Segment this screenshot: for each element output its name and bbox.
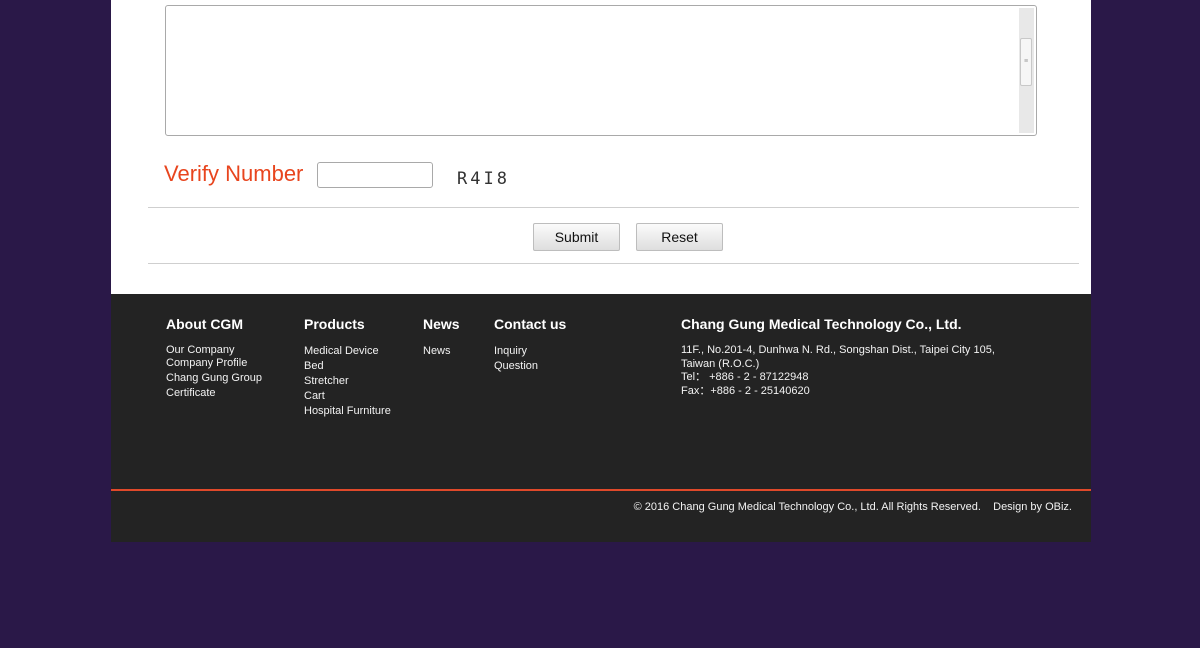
company-tel: Tel： +886 - 2 - 87122948 bbox=[681, 371, 809, 383]
footer-link-bed[interactable]: Bed bbox=[304, 359, 391, 374]
verify-number-label: Verify Number bbox=[164, 161, 304, 186]
footer-link-hospital-furniture[interactable]: Hospital Furniture bbox=[304, 404, 391, 419]
company-name: Chang Gung Medical Technology Co., Ltd. bbox=[681, 316, 962, 332]
verify-number-input[interactable] bbox=[317, 162, 433, 188]
copyright-text: © 2016 Chang Gung Medical Technology Co.… bbox=[633, 501, 981, 513]
footer-company-info: Chang Gung Medical Technology Co., Ltd. … bbox=[681, 316, 995, 398]
textarea-scrollbar[interactable]: ≡ bbox=[1019, 8, 1034, 133]
footer-heading-products: Products bbox=[304, 316, 365, 332]
footer-column-products: Products Medical Device Bed Stretcher Ca… bbox=[304, 316, 391, 419]
message-textarea[interactable]: ≡ bbox=[165, 5, 1037, 136]
footer-link-question[interactable]: Question bbox=[494, 359, 566, 374]
site-footer: About CGM Our Company Company Profile Ch… bbox=[111, 294, 1091, 542]
copyright-bar: © 2016 Chang Gung Medical Technology Co.… bbox=[634, 501, 1072, 513]
footer-link-news[interactable]: News bbox=[423, 344, 460, 359]
footer-column-contact: Contact us Inquiry Question bbox=[494, 316, 566, 374]
reset-button[interactable]: Reset bbox=[636, 223, 723, 251]
footer-link-stretcher[interactable]: Stretcher bbox=[304, 374, 391, 389]
footer-column-news: News News bbox=[423, 316, 460, 359]
design-credit-link[interactable]: Design by OBiz. bbox=[993, 501, 1072, 513]
footer-link-inquiry[interactable]: Inquiry bbox=[494, 344, 566, 359]
company-address-line-1: 11F., No.201-4, Dunhwa N. Rd., Songshan … bbox=[681, 344, 995, 356]
company-address-line-2: Taiwan (R.O.C.) bbox=[681, 357, 760, 370]
footer-link-certificate[interactable]: Certificate bbox=[166, 386, 262, 401]
captcha-code: R4I8 bbox=[457, 169, 510, 189]
form-panel: ≡ Verify Number R4I8 Submit Reset bbox=[111, 0, 1091, 294]
scroll-thumb-grip-icon[interactable]: ≡ bbox=[1020, 38, 1032, 86]
divider-top bbox=[148, 207, 1079, 208]
footer-heading-about: About CGM bbox=[166, 316, 243, 332]
footer-heading-news: News bbox=[423, 316, 460, 332]
footer-heading-contact: Contact us bbox=[494, 316, 567, 332]
divider-bottom bbox=[148, 263, 1079, 264]
submit-button[interactable]: Submit bbox=[533, 223, 620, 251]
footer-link-cart[interactable]: Cart bbox=[304, 389, 391, 404]
footer-link-chang-gung-group[interactable]: Chang Gung Group bbox=[166, 371, 262, 386]
company-fax: Fax：+886 - 2 - 25140620 bbox=[681, 384, 810, 397]
footer-link-company-profile[interactable]: Company Profile bbox=[166, 356, 262, 371]
footer-accent-rule bbox=[111, 489, 1091, 491]
footer-link-medical-device[interactable]: Medical Device bbox=[304, 344, 391, 359]
footer-column-about: About CGM Our Company Company Profile Ch… bbox=[166, 316, 262, 401]
